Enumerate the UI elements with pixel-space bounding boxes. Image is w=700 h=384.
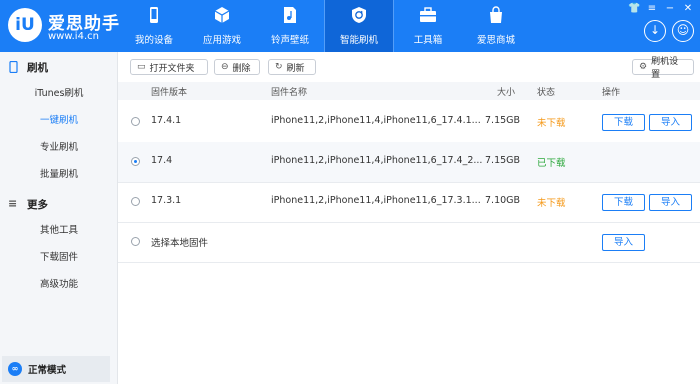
open-folder-button[interactable]: ▭ 打开文件夹	[130, 59, 208, 75]
menu-icon[interactable]: ≡	[646, 3, 658, 15]
nav-label: 铃声壁纸	[270, 35, 309, 46]
button-label: 删除	[232, 63, 251, 74]
row-divider	[118, 262, 700, 263]
delete-icon: ⊖	[221, 62, 229, 72]
import-button[interactable]: 导入	[649, 194, 692, 211]
menu-icon: ≡	[8, 197, 18, 210]
folder-icon: ▭	[137, 62, 146, 72]
top-nav: 我的设备 应用游戏 铃声壁纸 智能刷机 工具箱 爱思商城	[120, 0, 530, 52]
sidebar-item-batch-flash[interactable]: 批量刷机	[0, 166, 118, 184]
nav-my-device[interactable]: 我的设备	[120, 0, 188, 52]
delete-button[interactable]: ⊖ 删除	[214, 59, 260, 75]
button-label: 刷机设置	[651, 57, 679, 80]
status-badge: 未下载	[537, 198, 566, 209]
nav-label: 应用游戏	[202, 35, 241, 46]
status-badge: 已下载	[537, 158, 566, 169]
table-row-local-firmware[interactable]: 选择本地固件 导入	[118, 222, 700, 262]
gear-icon: ⚙	[639, 62, 648, 72]
mode-indicator: ∞ 正常模式	[2, 356, 110, 382]
column-header-action: 操作	[602, 88, 621, 98]
minimize-icon[interactable]: −	[664, 3, 676, 15]
nav-toolbox[interactable]: 工具箱	[394, 0, 462, 52]
local-firmware-label: 选择本地固件	[151, 238, 209, 249]
column-header-size: 大小	[497, 88, 516, 98]
sidebar-section-flash: 刷机	[8, 59, 48, 75]
mode-label: 正常模式	[28, 365, 67, 376]
table-row[interactable]: 17.4.1 iPhone11,2,iPhone11,4,iPhone11,6_…	[118, 102, 700, 142]
firmware-size: 7.15GB	[485, 115, 521, 126]
sidebar-item-other-tools[interactable]: 其他工具	[0, 222, 118, 240]
table-row[interactable]: 17.3.1 iPhone11,2,iPhone11,4,iPhone11,6_…	[118, 182, 700, 222]
flash-settings-button[interactable]: ⚙ 刷机设置	[632, 57, 694, 80]
firmware-name: iPhone11,2,iPhone11,4,iPhone11,6_17.4_2.…	[271, 155, 483, 166]
nav-store[interactable]: 爱思商城	[462, 0, 530, 52]
nav-smart-flash[interactable]: 智能刷机	[325, 0, 393, 52]
firmware-size: 7.10GB	[485, 195, 521, 206]
sidebar-item-download-firmware[interactable]: 下载固件	[0, 249, 118, 267]
firmware-name: iPhone11,2,iPhone11,4,iPhone11,6_17.4.1.…	[271, 115, 481, 126]
button-label: 刷新	[286, 63, 305, 74]
i4-logo: iU	[8, 8, 42, 42]
brand-url: www.i4.cn	[48, 31, 99, 42]
window-controls: 👕 ≡ − ✕	[628, 3, 694, 15]
nav-label: 爱思商城	[476, 35, 515, 46]
link-icon: ∞	[8, 362, 22, 376]
sidebar-section-label: 刷机	[27, 61, 48, 74]
firmware-name: iPhone11,2,iPhone11,4,iPhone11,6_17.3.1.…	[271, 195, 481, 206]
row-radio[interactable]	[131, 197, 140, 206]
button-label: 打开文件夹	[149, 63, 195, 74]
firmware-version: 17.4.1	[151, 115, 182, 126]
refresh-icon: ↻	[275, 62, 283, 72]
phone-icon	[145, 6, 163, 24]
nav-label: 我的设备	[134, 35, 173, 46]
column-header-version: 固件版本	[151, 88, 188, 98]
column-header-name: 固件名称	[271, 88, 308, 98]
nav-label: 智能刷机	[339, 35, 378, 46]
sidebar-item-pro-flash[interactable]: 专业刷机	[0, 139, 118, 157]
sidebar-item-advanced[interactable]: 高级功能	[0, 276, 118, 294]
app-header: iU 爱思助手 www.i4.cn 我的设备 应用游戏 铃声壁纸 智能刷机 工具…	[0, 0, 700, 52]
firmware-size: 7.15GB	[485, 155, 521, 166]
download-button[interactable]: 下载	[602, 194, 645, 211]
sidebar: 刷机 iTunes刷机 一键刷机 专业刷机 批量刷机 ≡ 更多 其他工具 下载固…	[0, 52, 118, 384]
firmware-version: 17.3.1	[151, 195, 182, 206]
download-icon[interactable]: ↓	[644, 20, 666, 42]
status-badge: 未下载	[537, 118, 566, 129]
refresh-shield-icon	[350, 6, 368, 24]
import-button[interactable]: 导入	[602, 234, 645, 251]
shopping-bag-icon	[487, 6, 505, 24]
music-file-icon	[281, 6, 299, 24]
firmware-table-header: 固件版本 固件名称 大小 状态 操作	[118, 82, 700, 100]
toolbar: ▭ 打开文件夹 ⊖ 删除 ↻ 刷新 ⚙ 刷机设置	[118, 52, 700, 80]
sidebar-section-label: 更多	[27, 198, 48, 211]
sidebar-item-one-click-flash[interactable]: 一键刷机	[0, 112, 118, 130]
phone-icon	[9, 61, 18, 73]
row-radio[interactable]	[131, 157, 140, 166]
sidebar-section-more: ≡ 更多	[8, 196, 48, 212]
import-button[interactable]: 导入	[649, 114, 692, 131]
nav-ringtones-wallpapers[interactable]: 铃声壁纸	[256, 0, 324, 52]
table-row[interactable]: 17.4 iPhone11,2,iPhone11,4,iPhone11,6_17…	[118, 142, 700, 182]
download-button[interactable]: 下载	[602, 114, 645, 131]
user-icon[interactable]: ☺	[672, 20, 694, 42]
firmware-version: 17.4	[151, 155, 173, 166]
cube-icon	[213, 6, 231, 24]
row-radio[interactable]	[131, 117, 140, 126]
refresh-button[interactable]: ↻ 刷新	[268, 59, 316, 75]
close-icon[interactable]: ✕	[682, 3, 694, 15]
nav-label: 工具箱	[413, 35, 443, 46]
sidebar-item-itunes-flash[interactable]: iTunes刷机	[0, 85, 118, 103]
shirt-icon[interactable]: 👕	[628, 3, 640, 15]
row-radio[interactable]	[131, 237, 140, 246]
toolbox-icon	[419, 6, 437, 24]
nav-apps-games[interactable]: 应用游戏	[188, 0, 256, 52]
column-header-status: 状态	[537, 88, 556, 98]
